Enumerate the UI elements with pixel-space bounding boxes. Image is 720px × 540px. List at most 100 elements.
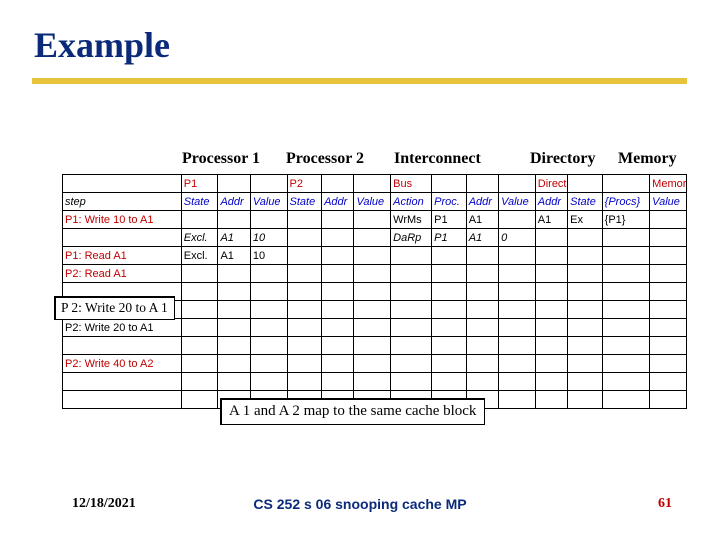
- cell-m_value: [650, 229, 687, 247]
- slide-title: Example: [34, 24, 170, 66]
- table-row: P1: Read A1Excl.A110: [63, 247, 687, 265]
- top-cell-p2_addr: [322, 175, 354, 193]
- cell-p2_state: [287, 355, 322, 373]
- cell-p2_value: [354, 355, 391, 373]
- cell-b_proc: [432, 247, 467, 265]
- cell-b_value: [499, 319, 536, 337]
- cell-step: P1: Read A1: [63, 247, 182, 265]
- cell-d_addr: [535, 391, 567, 409]
- group-label-p2: Processor 2: [286, 150, 364, 168]
- slide: Example Processor 1 Processor 2 Intercon…: [0, 0, 720, 540]
- header-cell-b_action: Action: [391, 193, 432, 211]
- cell-m_value: [650, 211, 687, 229]
- cell-d_state: [568, 301, 603, 319]
- cell-b_addr: A1: [466, 211, 498, 229]
- cell-p1_addr: [218, 319, 250, 337]
- table-row: [63, 373, 687, 391]
- table-row: [63, 337, 687, 355]
- cell-p2_value: [354, 319, 391, 337]
- cell-p1_state: [181, 373, 218, 391]
- cell-p2_state: [287, 319, 322, 337]
- cell-b_value: [499, 265, 536, 283]
- header-cell-d_addr: Addr: [535, 193, 567, 211]
- cell-d_procs: [602, 319, 650, 337]
- cell-b_proc: [432, 337, 467, 355]
- cell-p1_addr: [218, 211, 250, 229]
- cell-b_addr: [466, 283, 498, 301]
- header-cell-d_procs: {Procs}: [602, 193, 650, 211]
- cell-b_action: WrMs: [391, 211, 432, 229]
- cell-b_action: [391, 319, 432, 337]
- top-cell-p1_addr: [218, 175, 250, 193]
- cell-b_proc: [432, 355, 467, 373]
- cell-p1_value: [250, 337, 287, 355]
- header-cell-d_state: State: [568, 193, 603, 211]
- cell-p1_addr: [218, 301, 250, 319]
- cell-d_procs: [602, 355, 650, 373]
- top-cell-p2_state: P2: [287, 175, 322, 193]
- cell-b_addr: [466, 247, 498, 265]
- cell-m_value: [650, 355, 687, 373]
- cell-p1_state: [181, 211, 218, 229]
- header-cell-step: step: [63, 193, 182, 211]
- top-cell-p1_state: P1: [181, 175, 218, 193]
- cell-d_procs: [602, 337, 650, 355]
- cell-d_state: Ex: [568, 211, 603, 229]
- cell-p2_addr: [322, 301, 354, 319]
- cell-p2_value: [354, 229, 391, 247]
- group-label-interconnect: Interconnect: [394, 150, 481, 168]
- cell-d_addr: [535, 247, 567, 265]
- header-cell-p2_state: State: [287, 193, 322, 211]
- top-cell-d_addr: Directory: [535, 175, 567, 193]
- cell-step: P2: Write 40 to A2: [63, 355, 182, 373]
- cell-b_value: [499, 337, 536, 355]
- cell-b_action: [391, 373, 432, 391]
- cell-p1_state: [181, 355, 218, 373]
- cell-d_state: [568, 283, 603, 301]
- cell-d_addr: A1: [535, 211, 567, 229]
- cell-b_action: [391, 337, 432, 355]
- cell-m_value: [650, 265, 687, 283]
- cell-p2_addr: [322, 355, 354, 373]
- cell-p1_value: [250, 265, 287, 283]
- cell-d_state: [568, 247, 603, 265]
- cell-b_proc: P1: [432, 211, 467, 229]
- cell-b_proc: [432, 373, 467, 391]
- cell-p1_state: [181, 391, 218, 409]
- cell-d_procs: [602, 373, 650, 391]
- cell-p2_value: [354, 265, 391, 283]
- cell-b_value: [499, 283, 536, 301]
- cell-b_addr: [466, 301, 498, 319]
- cell-p1_value: [250, 211, 287, 229]
- cell-step: [63, 373, 182, 391]
- cell-b_value: [499, 391, 536, 409]
- cell-p1_state: [181, 265, 218, 283]
- cell-m_value: [650, 301, 687, 319]
- cell-step: P2: Write 20 to A1: [63, 319, 182, 337]
- cell-b_addr: [466, 373, 498, 391]
- cell-d_addr: [535, 265, 567, 283]
- cell-b_addr: [466, 337, 498, 355]
- cell-p2_addr: [322, 319, 354, 337]
- cell-p1_value: [250, 373, 287, 391]
- cell-b_value: 0: [499, 229, 536, 247]
- cell-step: [63, 229, 182, 247]
- table-row: Excl.A110DaRpP1A10: [63, 229, 687, 247]
- cell-p1_addr: A1: [218, 229, 250, 247]
- header-cell-p1_addr: Addr: [218, 193, 250, 211]
- cell-p2_state: [287, 337, 322, 355]
- cell-p2_state: [287, 373, 322, 391]
- cell-p2_value: [354, 283, 391, 301]
- top-cell-p2_value: [354, 175, 391, 193]
- cell-m_value: [650, 391, 687, 409]
- cell-step: [63, 391, 182, 409]
- cell-d_state: [568, 319, 603, 337]
- header-cell-b_proc: Proc.: [432, 193, 467, 211]
- cell-m_value: [650, 283, 687, 301]
- cell-p1_state: [181, 319, 218, 337]
- cell-p1_value: [250, 283, 287, 301]
- header-cell-p1_value: Value: [250, 193, 287, 211]
- cell-d_procs: [602, 265, 650, 283]
- header-cell-b_value: Value: [499, 193, 536, 211]
- cell-d_state: [568, 229, 603, 247]
